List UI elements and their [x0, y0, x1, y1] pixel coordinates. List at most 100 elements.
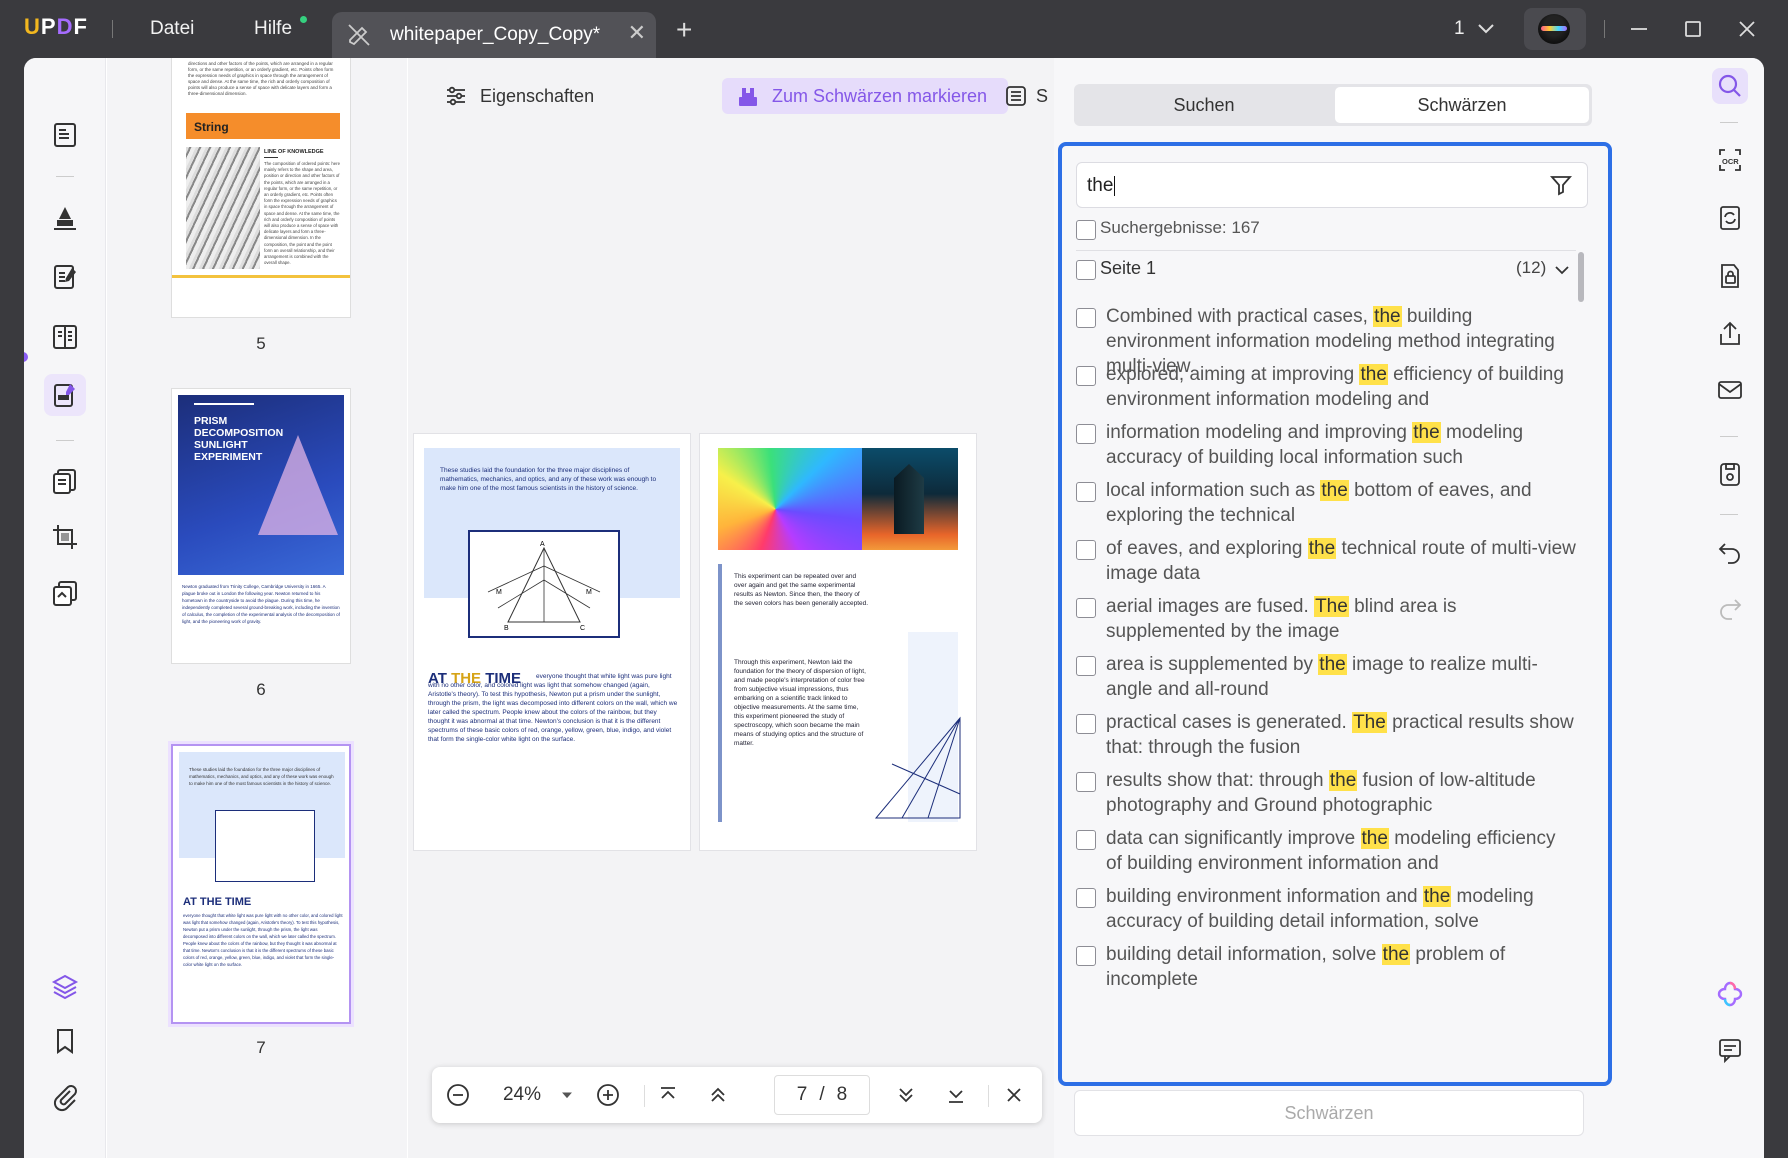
- undo-button[interactable]: [1712, 534, 1748, 570]
- paperclip-icon: [53, 1085, 77, 1112]
- first-page-button[interactable]: [644, 1079, 692, 1111]
- pdf-page-right[interactable]: This experiment can be repeated over and…: [700, 434, 976, 850]
- properties-button[interactable]: Eigenschaften: [444, 78, 594, 114]
- zoom-level-value[interactable]: 24%: [492, 1079, 552, 1111]
- maximize-icon[interactable]: [1678, 14, 1708, 44]
- share-button[interactable]: [1712, 316, 1748, 352]
- search-query: the: [1087, 175, 1114, 196]
- search-input[interactable]: the: [1076, 162, 1588, 208]
- zoom-in-button[interactable]: [592, 1079, 624, 1111]
- page-organize-button[interactable]: [44, 316, 86, 358]
- tab-redact[interactable]: Schwärzen: [1335, 87, 1589, 123]
- result-text-before: data can significantly improve: [1106, 828, 1361, 849]
- result-text-before: aerial images are fused.: [1106, 596, 1315, 617]
- protect-button[interactable]: [1712, 258, 1748, 294]
- apply-redaction-button[interactable]: Schwärzen: [1074, 1090, 1584, 1136]
- reader-mode-button[interactable]: [44, 114, 86, 156]
- search-results-box: the Suchergebnisse: 167 Seite 1 (12) Com…: [1058, 142, 1612, 1086]
- sliders-icon: [447, 86, 465, 106]
- result-text: area is supplemented by the image to rea…: [1106, 652, 1576, 702]
- result-checkbox[interactable]: [1076, 888, 1096, 908]
- window-page-indicator[interactable]: 1: [1454, 18, 1465, 40]
- bookmark-button[interactable]: [44, 1020, 86, 1062]
- thumbnail-heading: LINE OF KNOWLEDGE: [264, 149, 324, 155]
- result-checkbox[interactable]: [1076, 308, 1096, 328]
- result-checkbox[interactable]: [1076, 714, 1096, 734]
- edit-tool-button[interactable]: [44, 256, 86, 298]
- divider: [988, 1085, 989, 1107]
- ai-assistant-button[interactable]: [1712, 976, 1748, 1012]
- notification-dot: [300, 16, 307, 23]
- page-number-input[interactable]: 7 / 8: [774, 1075, 870, 1115]
- ai-assistant-icon: [1717, 981, 1743, 1007]
- menu-file[interactable]: Datei: [150, 18, 194, 40]
- page-group-checkbox[interactable]: [1076, 260, 1096, 280]
- prism-shape: [894, 464, 924, 534]
- save-button[interactable]: [1712, 456, 1748, 492]
- previous-page-button[interactable]: [694, 1079, 742, 1111]
- new-tab-button[interactable]: +: [676, 14, 692, 46]
- scrollbar-thumb[interactable]: [1578, 252, 1584, 302]
- mark-for-redaction-button[interactable]: Zum Schwärzen markieren: [722, 78, 1008, 114]
- menu-help[interactable]: Hilfe: [254, 18, 292, 40]
- result-checkbox[interactable]: [1076, 598, 1096, 618]
- document-area: Eigenschaften Zum Schwärzen markieren S …: [408, 58, 1054, 1158]
- comment-icon: [1719, 1039, 1741, 1064]
- comment-tool-button[interactable]: [44, 196, 86, 238]
- tab-search[interactable]: Suchen: [1077, 87, 1331, 123]
- last-page-button[interactable]: [932, 1079, 980, 1111]
- user-avatar-button[interactable]: [1524, 8, 1586, 50]
- close-window-icon[interactable]: [1732, 14, 1762, 44]
- crop-tool-button[interactable]: [44, 516, 86, 558]
- comments-button[interactable]: [1712, 1032, 1748, 1068]
- minimize-icon[interactable]: [1624, 14, 1654, 44]
- result-checkbox[interactable]: [1076, 656, 1096, 676]
- attachment-button[interactable]: [44, 1076, 86, 1118]
- svg-text:A: A: [540, 541, 545, 548]
- result-match: the: [1320, 480, 1349, 501]
- thumbnail-page-6[interactable]: PRISM DECOMPOSITION SUNLIGHT EXPERIMENT …: [171, 388, 351, 664]
- watermark-tool-button[interactable]: [44, 572, 86, 614]
- select-all-checkbox[interactable]: [1076, 220, 1096, 240]
- chevron-down-icon[interactable]: [1552, 260, 1572, 280]
- thumbnail-panel: directions and other factors of the poin…: [107, 58, 407, 1158]
- filter-icon[interactable]: [1549, 173, 1573, 197]
- thumbnail-page-5[interactable]: directions and other factors of the poin…: [171, 58, 351, 318]
- thumbnail-page-7[interactable]: These studies laid the foundation for th…: [168, 741, 354, 1027]
- double-chevron-up-icon: [711, 1087, 725, 1102]
- pdf-page-left[interactable]: These studies laid the foundation for th…: [414, 434, 690, 850]
- thumbnail-accent: [172, 275, 350, 278]
- zoom-dropdown-button[interactable]: [552, 1079, 582, 1111]
- ocr-button[interactable]: OCR: [1712, 142, 1748, 178]
- search-button[interactable]: [1712, 68, 1748, 104]
- layers-button[interactable]: [44, 966, 86, 1008]
- redo-button[interactable]: [1712, 590, 1748, 626]
- result-checkbox[interactable]: [1076, 946, 1096, 966]
- document-tab[interactable]: whitepaper_Copy_Copy* ✕: [332, 12, 656, 58]
- result-checkbox[interactable]: [1076, 366, 1096, 386]
- redact-tool-button[interactable]: [44, 374, 86, 416]
- close-zoom-bar-button[interactable]: [992, 1079, 1036, 1111]
- properties-label: Eigenschaften: [480, 85, 595, 106]
- result-checkbox[interactable]: [1076, 772, 1096, 792]
- thumbnail-heading: AT THE TIME: [183, 896, 252, 908]
- form-tool-button[interactable]: [44, 460, 86, 502]
- result-checkbox[interactable]: [1076, 830, 1096, 850]
- convert-button[interactable]: [1712, 200, 1748, 236]
- next-page-button[interactable]: [882, 1079, 930, 1111]
- undo-icon: [1718, 543, 1740, 564]
- result-match: the: [1359, 364, 1388, 385]
- divider: [1720, 436, 1738, 437]
- mail-icon: [1718, 381, 1742, 399]
- email-button[interactable]: [1712, 372, 1748, 408]
- last-page-icon: [949, 1090, 963, 1103]
- more-toolbar-button[interactable]: S: [1004, 78, 1054, 114]
- thumbnail-text: The composition of ordered points: here …: [264, 161, 340, 266]
- chevron-down-icon[interactable]: [1474, 16, 1498, 40]
- result-match: the: [1328, 770, 1358, 791]
- result-checkbox[interactable]: [1076, 482, 1096, 502]
- zoom-out-button[interactable]: [442, 1079, 474, 1111]
- result-checkbox[interactable]: [1076, 424, 1096, 444]
- close-tab-icon[interactable]: ✕: [628, 20, 646, 46]
- result-checkbox[interactable]: [1076, 540, 1096, 560]
